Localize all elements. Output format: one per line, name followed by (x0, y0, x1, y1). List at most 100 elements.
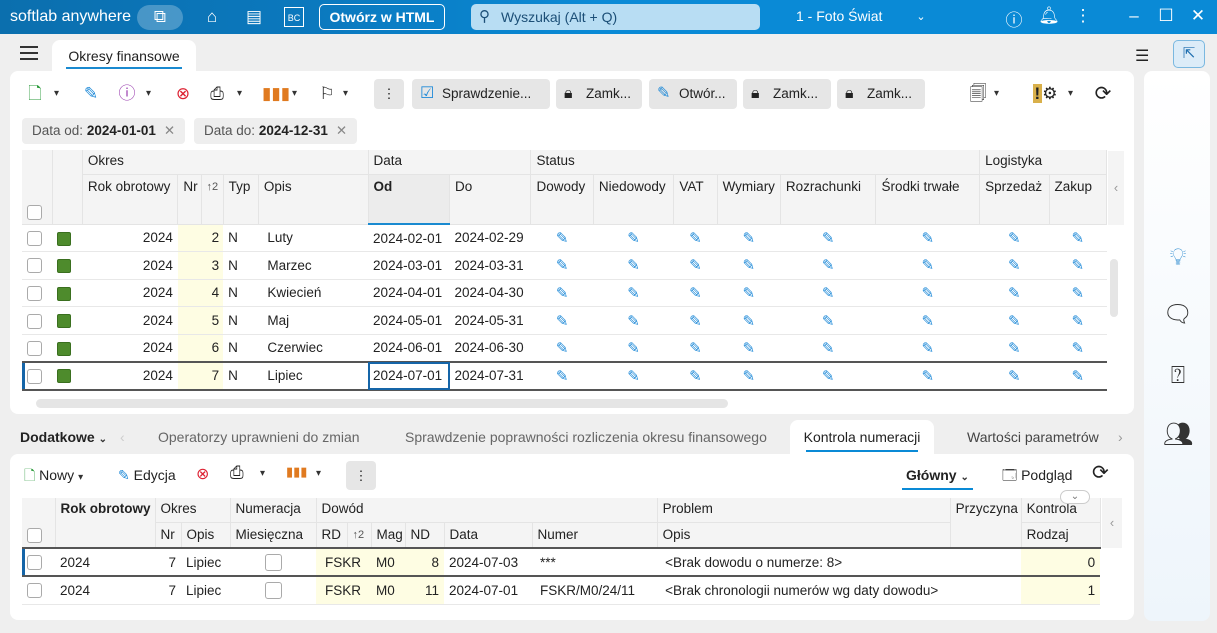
home-icon[interactable]: ⌂ (201, 7, 223, 27)
edit-status-icon[interactable]: ✎ (875, 306, 980, 335)
column-header[interactable]: Data (444, 522, 533, 549)
edit-status-icon[interactable]: ✎ (717, 224, 781, 253)
open-period-button[interactable]: ✎ Otwór... (649, 79, 737, 109)
column-header[interactable]: Typ (223, 174, 259, 225)
news-icon[interactable]: ▤ (243, 7, 265, 27)
table-row[interactable]: 2024 3 N Marzec 2024-03-01 2024-03-31 ✎ ✎ ✎ ✎ ✎ ✎ ✎ ✎ (22, 251, 1107, 280)
chat-icon[interactable]: 🗨︎ (1160, 300, 1196, 329)
edit-status-icon[interactable]: ✎ (1049, 224, 1107, 253)
column-header[interactable]: Opis (258, 174, 369, 225)
sort-indicator-icon[interactable]: ↑2 (347, 522, 372, 549)
list-view-icon[interactable]: ☰ (1135, 46, 1149, 66)
table-row[interactable]: 2024 7 N Lipiec 2024-07-01 2024-07-31 ✎ ✎ ✎ ✎ ✎ ✎ ✎ ✎ (22, 360, 1107, 391)
more-button[interactable]: ⋮ (374, 79, 404, 109)
menu-icon[interactable] (20, 46, 38, 60)
print-icon[interactable]: ⎙ (230, 463, 244, 483)
row-checkbox[interactable] (27, 258, 42, 274)
column-header[interactable]: Sprzedaż (979, 174, 1050, 225)
edit-status-icon[interactable]: ✎ (979, 360, 1050, 391)
column-header[interactable]: Miesięczna (230, 522, 317, 549)
edit-status-icon[interactable]: ✎ (780, 251, 876, 280)
chevron-down-icon[interactable]: ▾ (316, 468, 321, 479)
edit-status-icon[interactable]: ✎ (780, 279, 876, 308)
search-input[interactable]: ⚲ Wyszukaj (Alt + Q) (471, 4, 760, 30)
table-row[interactable]: 2024 7 Lipiec FSKR M0 8 2024-07-03 *** <Brak dow… (22, 547, 1101, 577)
row-checkbox[interactable] (27, 368, 42, 384)
edit-status-icon[interactable]: ✎ (673, 360, 718, 391)
edit-status-icon[interactable]: ✎ (593, 360, 674, 391)
tab-sprawdzenie[interactable]: Sprawdzenie poprawności rozliczenia okre… (405, 420, 767, 454)
column-header[interactable]: Numer (532, 522, 658, 549)
row-checkbox[interactable] (27, 340, 42, 356)
edit-status-icon[interactable]: ✎ (780, 306, 876, 335)
edit-status-icon[interactable]: ✎ (979, 306, 1050, 335)
table-row[interactable]: 2024 6 N Czerwiec 2024-06-01 2024-06-30 ✎ ✎ ✎ ✎ ✎ ✎… (22, 334, 1107, 363)
cell-od[interactable]: 2024-04-01 (368, 279, 450, 308)
chevron-down-icon[interactable]: ▾ (994, 88, 999, 99)
edit-status-icon[interactable]: ✎ (593, 224, 674, 253)
edit-status-icon[interactable]: ✎ (593, 334, 674, 363)
tab-wartosci-parametrow[interactable]: Wartości parametrów (967, 420, 1099, 454)
view-dropdown[interactable]: Główny ⌄ (902, 462, 973, 490)
close-icon[interactable]: ✕ (336, 123, 347, 138)
settings-warning-icon[interactable]: ! ⚙ (1032, 82, 1058, 106)
filter-chip-to[interactable]: Data do: 2024-12-31 ✕ (194, 118, 358, 144)
print-icon[interactable]: ⎙ (204, 82, 230, 106)
open-html-button[interactable]: Otwórz w HTML (319, 4, 445, 30)
close-period-button[interactable]: 🔒︎ Zamk... (556, 79, 642, 109)
edit-status-icon[interactable]: ✎ (1049, 279, 1107, 308)
column-header[interactable]: Rodzaj (1021, 522, 1101, 549)
cell-od[interactable]: 2024-05-01 (368, 306, 450, 335)
chart-icon[interactable]: ▮▮▮ (286, 464, 307, 480)
edit-status-icon[interactable]: ✎ (530, 306, 594, 335)
edit-status-icon[interactable]: ✎ (530, 360, 594, 391)
help-chat-icon[interactable]: ⍰ (1160, 362, 1196, 390)
edit-status-icon[interactable]: ✎ (530, 334, 594, 363)
scroll-left-icon[interactable]: ‹ (1102, 498, 1122, 548)
column-header[interactable]: Nr (155, 522, 182, 549)
check-button[interactable]: ☑ Sprawdzenie... (412, 79, 550, 109)
row-checkbox[interactable] (27, 554, 42, 570)
cell-od[interactable]: 2024-03-01 (368, 251, 450, 280)
edit-status-icon[interactable]: ✎ (875, 360, 980, 391)
column-header[interactable]: VAT (673, 174, 718, 225)
edit-status-icon[interactable]: ✎ (780, 360, 876, 391)
column-header[interactable]: Rok obrotowy (82, 174, 179, 225)
chevron-down-icon[interactable]: ▾ (343, 88, 348, 99)
tab-operatorzy[interactable]: Operatorzy uprawnieni do zmian (158, 420, 360, 454)
column-header[interactable]: Rozrachunki (780, 174, 877, 225)
edit-status-icon[interactable]: ✎ (673, 224, 718, 253)
tab-okresy-finansowe[interactable]: Okresy finansowe (52, 40, 196, 72)
edit-status-icon[interactable]: ✎ (979, 224, 1050, 253)
edit-status-icon[interactable]: ✎ (530, 224, 594, 253)
more-vert-icon[interactable]: ⋮ (1072, 6, 1094, 26)
collapse-chevron-icon[interactable]: ⌄ (1060, 490, 1090, 504)
column-header[interactable]: ND (405, 522, 445, 549)
chevron-down-icon[interactable]: ▾ (237, 88, 242, 99)
column-header[interactable]: Niedowody (593, 174, 675, 225)
table-row[interactable]: 2024 5 N Maj 2024-05-01 2024-05-31 ✎ ✎ ✎ ✎ ✎ ✎ ✎ ✎ (22, 306, 1107, 335)
monthly-checkbox[interactable] (264, 553, 282, 571)
edit-status-icon[interactable]: ✎ (717, 334, 781, 363)
column-header[interactable]: Opis (181, 522, 231, 549)
chevron-down-icon[interactable]: ⌄ (910, 10, 932, 23)
row-checkbox[interactable] (27, 583, 42, 599)
edit-status-icon[interactable]: ✎ (875, 334, 980, 363)
edit-status-icon[interactable]: ✎ (1049, 360, 1107, 391)
edit-status-icon[interactable]: ✎ (593, 306, 674, 335)
export-icon[interactable]: 🗐 (965, 82, 991, 106)
edit-status-icon[interactable]: ✎ (979, 279, 1050, 308)
column-header[interactable]: Od (368, 174, 451, 225)
edit-status-icon[interactable]: ✎ (673, 251, 718, 280)
edit-status-icon[interactable]: ✎ (593, 279, 674, 308)
refresh-icon[interactable]: ⟳ (1090, 82, 1116, 106)
edit-status-icon[interactable]: ✎ (530, 251, 594, 280)
edit-status-icon[interactable]: ✎ (979, 334, 1050, 363)
edit-status-icon[interactable]: ✎ (875, 279, 980, 308)
filter-chip-from[interactable]: Data od: 2024-01-01 ✕ (22, 118, 186, 144)
edit-status-icon[interactable]: ✎ (717, 279, 781, 308)
bc-icon[interactable]: BC (284, 7, 304, 27)
edit-status-icon[interactable]: ✎ (780, 334, 876, 363)
close-button-2[interactable]: 🔒︎ Zamk... (743, 79, 831, 109)
new-doc-icon[interactable]: 🗋 (22, 82, 48, 106)
